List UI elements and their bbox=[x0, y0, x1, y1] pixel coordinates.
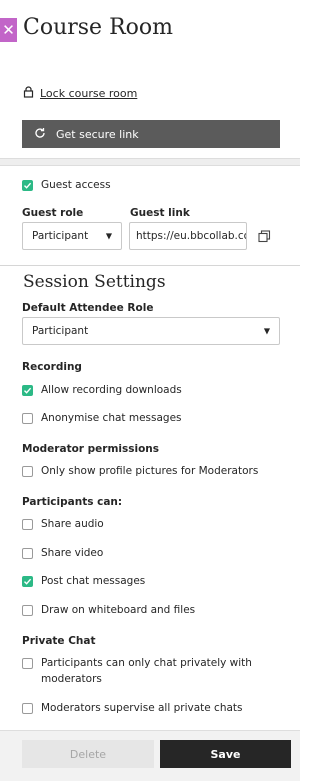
option-anonymise-chat[interactable]: Anonymise chat messages bbox=[22, 410, 182, 426]
guest-role-label: Guest role bbox=[22, 207, 84, 219]
save-label: Save bbox=[210, 747, 241, 761]
delete-button[interactable]: Delete bbox=[22, 740, 154, 768]
guest-access-checkbox[interactable] bbox=[22, 180, 33, 191]
checkbox[interactable] bbox=[22, 519, 33, 530]
checkbox[interactable] bbox=[22, 605, 33, 616]
default-role-value: Participant bbox=[32, 325, 89, 337]
option-label: Participants can only chat privately wit… bbox=[41, 657, 252, 685]
moderator-permissions-heading: Moderator permissions bbox=[22, 443, 160, 455]
option-allow-recording-downloads[interactable]: Allow recording downloads bbox=[22, 382, 182, 398]
default-role-label: Default Attendee Role bbox=[22, 302, 154, 314]
option-label: Share audio bbox=[41, 518, 104, 530]
participants-heading: Participants can: bbox=[22, 496, 123, 508]
option-moderators-supervise-chats[interactable]: Moderators supervise all private chats bbox=[22, 700, 243, 716]
default-role-select[interactable]: Participant ▼ bbox=[22, 317, 280, 345]
session-settings-title: Session Settings bbox=[23, 272, 166, 292]
option-moderator-profile-pictures[interactable]: Only show profile pictures for Moderator… bbox=[22, 463, 258, 479]
checkbox[interactable] bbox=[22, 658, 33, 669]
section-separator bbox=[0, 158, 300, 166]
option-label: Draw on whiteboard and files bbox=[41, 604, 196, 616]
delete-label: Delete bbox=[69, 747, 107, 761]
get-secure-link-label: Get secure link bbox=[56, 127, 139, 141]
guest-link-label: Guest link bbox=[130, 207, 190, 219]
lock-icon bbox=[23, 86, 34, 101]
checkbox[interactable] bbox=[22, 385, 33, 396]
close-button[interactable]: ✕ bbox=[0, 18, 17, 42]
lock-course-room-label: Lock course room bbox=[40, 87, 138, 100]
get-secure-link-button[interactable]: Get secure link bbox=[22, 120, 280, 148]
option-label: Share video bbox=[41, 547, 104, 559]
option-draw-on-whiteboard[interactable]: Draw on whiteboard and files bbox=[22, 602, 195, 618]
refresh-icon bbox=[34, 127, 46, 142]
option-share-video[interactable]: Share video bbox=[22, 545, 103, 561]
guest-access-label: Guest access bbox=[41, 179, 111, 191]
option-label: Allow recording downloads bbox=[41, 384, 182, 396]
option-label: Moderators supervise all private chats bbox=[41, 702, 243, 714]
checkbox[interactable] bbox=[22, 576, 33, 587]
option-private-chat-moderators-only[interactable]: Participants can only chat privately wit… bbox=[22, 655, 252, 687]
panel-title: Course Room bbox=[23, 15, 173, 40]
chevron-down-icon: ▼ bbox=[105, 231, 112, 241]
option-label: Post chat messages bbox=[41, 575, 146, 587]
option-label: Anonymise chat messages bbox=[41, 412, 182, 424]
chevron-down-icon: ▼ bbox=[263, 326, 270, 336]
save-button[interactable]: Save bbox=[160, 740, 291, 768]
guest-access-option[interactable]: Guest access bbox=[22, 177, 111, 193]
lock-course-room-link[interactable]: Lock course room bbox=[23, 86, 137, 101]
option-post-chat-messages[interactable]: Post chat messages bbox=[22, 573, 145, 589]
option-label: Only show profile pictures for Moderator… bbox=[41, 465, 259, 477]
guest-link-field[interactable]: https://eu.bbcollab.com bbox=[129, 222, 247, 250]
private-chat-heading: Private Chat bbox=[22, 635, 96, 647]
copy-link-button[interactable] bbox=[258, 228, 271, 247]
recording-heading: Recording bbox=[22, 361, 82, 373]
guest-role-value: Participant bbox=[32, 230, 89, 242]
divider bbox=[0, 265, 300, 266]
guest-link-value: https://eu.bbcollab.com bbox=[136, 230, 246, 242]
guest-role-select[interactable]: Participant ▼ bbox=[22, 222, 122, 250]
checkbox[interactable] bbox=[22, 548, 33, 559]
option-share-audio[interactable]: Share audio bbox=[22, 516, 104, 532]
checkbox[interactable] bbox=[22, 413, 33, 424]
copy-icon bbox=[258, 228, 271, 247]
checkbox[interactable] bbox=[22, 703, 33, 714]
close-icon: ✕ bbox=[2, 21, 15, 39]
checkbox[interactable] bbox=[22, 466, 33, 477]
